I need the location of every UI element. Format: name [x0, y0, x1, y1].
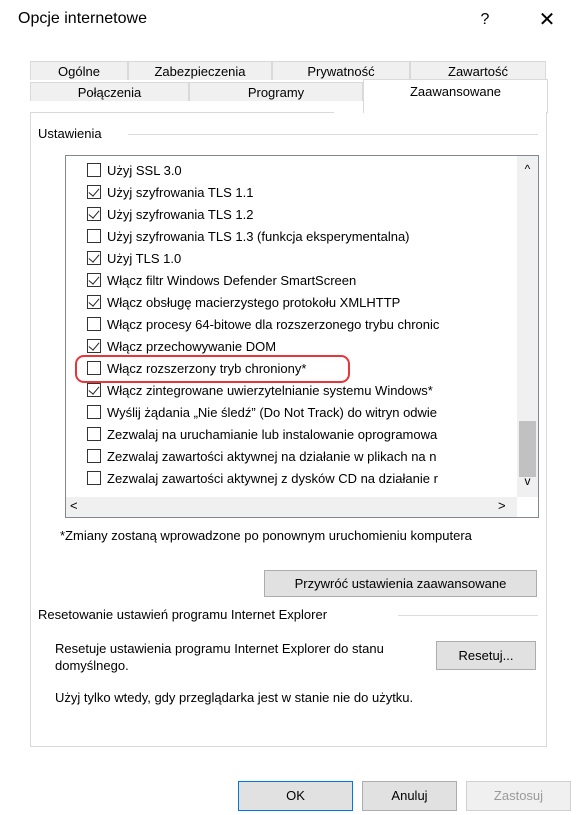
reset-button[interactable]: Resetuj... — [436, 641, 536, 670]
tab-connections[interactable]: Połączenia — [30, 82, 189, 101]
checkbox[interactable] — [87, 405, 101, 419]
apply-button[interactable]: Zastosuj — [466, 781, 571, 811]
tab-programs[interactable]: Programy — [189, 82, 363, 101]
list-item[interactable]: Użyj SSL 3.0 — [87, 159, 182, 181]
checkbox[interactable] — [87, 295, 101, 309]
close-icon[interactable]: ✕ — [532, 6, 562, 34]
tab-general[interactable]: Ogólne — [30, 61, 128, 80]
list-item-label: Użyj szyfrowania TLS 1.2 — [107, 206, 254, 222]
list-item-label: Zezwalaj zawartości aktywnej z dysków CD… — [107, 470, 438, 486]
list-item[interactable]: Włącz filtr Windows Defender SmartScreen — [87, 269, 356, 291]
list-item-label: Użyj TLS 1.0 — [107, 250, 182, 266]
restore-advanced-button[interactable]: Przywróć ustawienia zaawansowane — [264, 570, 537, 597]
checkbox[interactable] — [87, 471, 101, 485]
checkbox[interactable] — [87, 251, 101, 265]
checkbox[interactable] — [87, 449, 101, 463]
list-item-label: Włącz zintegrowane uwierzytelnianie syst… — [107, 382, 433, 398]
checkbox[interactable] — [87, 273, 101, 287]
reset-warning: Użyj tylko wtedy, gdy przeglądarka jest … — [55, 690, 414, 705]
list-item[interactable]: Użyj TLS 1.0 — [87, 247, 181, 269]
list-item[interactable]: Zezwalaj na uruchamianie lub instalowani… — [87, 423, 437, 445]
list-item[interactable]: Użyj szyfrowania TLS 1.3 (funkcja eksper… — [87, 225, 410, 247]
list-item-label: Zezwalaj zawartości aktywnej na działani… — [107, 448, 437, 464]
checkbox[interactable] — [87, 163, 101, 177]
reset-description: Resetuje ustawienia programu Internet Ex… — [55, 641, 384, 673]
tab-security[interactable]: Zabezpieczenia — [128, 61, 272, 80]
list-item[interactable]: Włącz procesy 64-bitowe dla rozszerzoneg… — [87, 313, 439, 335]
list-item[interactable]: Zezwalaj zawartości aktywnej z dysków CD… — [87, 467, 438, 489]
scroll-thumb[interactable] — [519, 421, 536, 477]
list-item[interactable]: Użyj szyfrowania TLS 1.2 — [87, 203, 253, 225]
tab-content[interactable]: Zawartość — [410, 61, 546, 80]
checkbox[interactable] — [87, 339, 101, 353]
list-item[interactable]: Zezwalaj zawartości aktywnej na działani… — [87, 445, 437, 467]
scroll-right-icon[interactable]: > — [498, 498, 506, 513]
tab-privacy[interactable]: Prywatność — [272, 61, 410, 80]
scroll-down-icon[interactable]: v — [517, 474, 538, 494]
tab-strip: Ogólne Zabezpieczenia Prywatność Zawarto… — [30, 61, 548, 113]
list-item[interactable]: Wyślij żądania „Nie śledź” (Do Not Track… — [87, 401, 437, 423]
list-item[interactable]: Włącz przechowywanie DOM — [87, 335, 276, 357]
list-item-label: Włącz przechowywanie DOM — [107, 338, 277, 354]
list-item-label: Użyj szyfrowania TLS 1.1 — [107, 184, 254, 200]
checkbox[interactable] — [87, 207, 101, 221]
scroll-up-icon[interactable]: ^ — [517, 162, 538, 182]
panel-top-border — [30, 112, 334, 113]
checkbox[interactable] — [87, 383, 101, 397]
reset-group-divider — [398, 615, 538, 616]
checkbox[interactable] — [87, 229, 101, 243]
window-title: Opcje internetowe — [18, 10, 147, 27]
tab-advanced[interactable]: Zaawansowane — [363, 79, 548, 113]
checkbox[interactable] — [87, 317, 101, 331]
title-bar: Opcje internetowe ? ✕ — [0, 0, 576, 40]
help-button[interactable]: ? — [470, 6, 500, 34]
list-item-label: Włącz obsługę macierzystego protokołu XM… — [107, 294, 401, 310]
checkbox[interactable] — [87, 185, 101, 199]
reset-group-label: Resetowanie ustawień programu Internet E… — [38, 607, 332, 622]
restart-note: *Zmiany zostaną wprowadzone po ponownym … — [60, 528, 472, 543]
highlight-annotation — [75, 355, 350, 383]
list-item-label: Wyślij żądania „Nie śledź” (Do Not Track… — [107, 404, 438, 420]
list-item-label: Użyj szyfrowania TLS 1.3 (funkcja eksper… — [107, 228, 410, 244]
list-item-label: Włącz filtr Windows Defender SmartScreen — [107, 272, 357, 288]
list-item[interactable]: Włącz obsługę macierzystego protokołu XM… — [87, 291, 400, 313]
settings-group-label: Ustawienia — [38, 126, 108, 141]
cancel-button[interactable]: Anuluj — [362, 781, 457, 811]
settings-list[interactable]: Użyj SSL 3.0 Użyj szyfrowania TLS 1.1 Uż… — [65, 155, 539, 518]
scroll-left-icon[interactable]: < — [70, 498, 78, 513]
group-divider — [128, 134, 538, 135]
checkbox[interactable] — [87, 427, 101, 441]
list-item-label: Zezwalaj na uruchamianie lub instalowani… — [107, 426, 438, 442]
ok-button[interactable]: OK — [238, 781, 353, 811]
list-item[interactable]: Użyj szyfrowania TLS 1.1 — [87, 181, 253, 203]
horizontal-scrollbar[interactable] — [66, 497, 517, 517]
list-item-label: Włącz procesy 64-bitowe dla rozszerzoneg… — [107, 316, 440, 332]
list-item-label: Użyj SSL 3.0 — [107, 162, 182, 178]
